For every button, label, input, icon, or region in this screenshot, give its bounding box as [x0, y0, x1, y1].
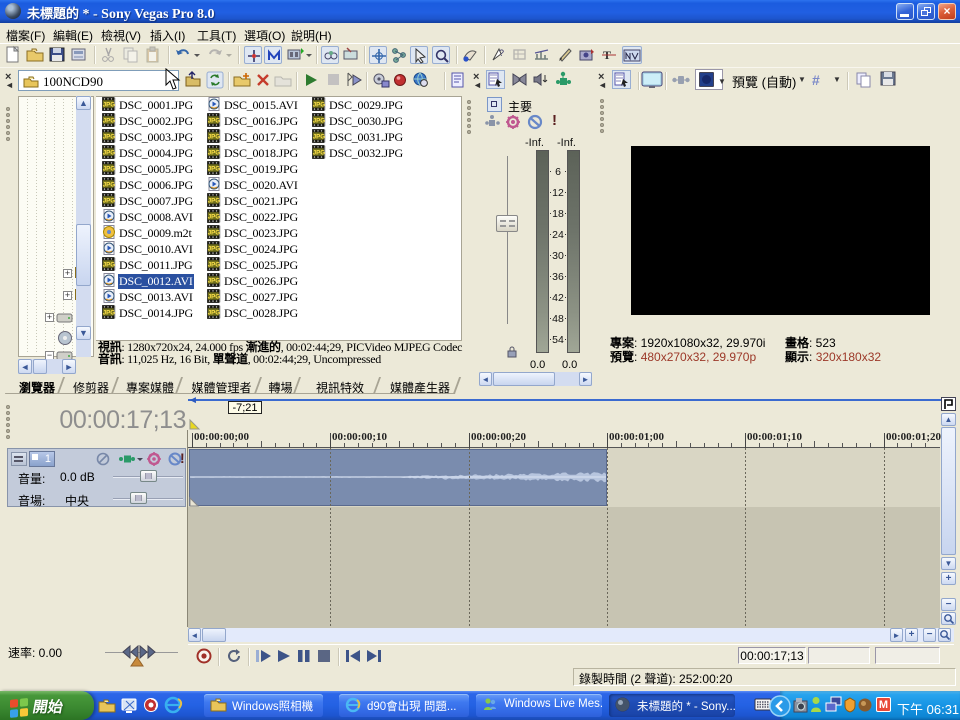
svg-text:?: ?: [499, 48, 504, 58]
svg-text:JPG: JPG: [208, 246, 221, 253]
svg-text:JPG: JPG: [208, 294, 221, 301]
svg-text:JPG: JPG: [313, 150, 326, 157]
svg-text:JPG: JPG: [103, 102, 116, 109]
svg-text:JPG: JPG: [208, 198, 221, 205]
svg-text:JPG: JPG: [208, 134, 221, 141]
svg-text:JPG: JPG: [103, 262, 116, 269]
svg-text:JPG: JPG: [103, 118, 116, 125]
svg-text:JPG: JPG: [103, 134, 116, 141]
svg-text:JPG: JPG: [103, 166, 116, 173]
svg-text:JPG: JPG: [208, 166, 221, 173]
svg-text:JPG: JPG: [103, 198, 116, 205]
svg-text:JPG: JPG: [208, 214, 221, 221]
svg-text:JPG: JPG: [208, 278, 221, 285]
svg-text:JPG: JPG: [313, 134, 326, 141]
svg-text:JPG: JPG: [103, 150, 116, 157]
svg-text:JPG: JPG: [208, 230, 221, 237]
svg-text:JPG: JPG: [103, 182, 116, 189]
svg-text:JPG: JPG: [313, 118, 326, 125]
svg-text:JPG: JPG: [208, 262, 221, 269]
svg-text:JPG: JPG: [103, 310, 116, 317]
svg-text:JPG: JPG: [208, 118, 221, 125]
svg-text:JPG: JPG: [313, 102, 326, 109]
svg-text:JPG: JPG: [208, 150, 221, 157]
svg-text:JPG: JPG: [208, 310, 221, 317]
